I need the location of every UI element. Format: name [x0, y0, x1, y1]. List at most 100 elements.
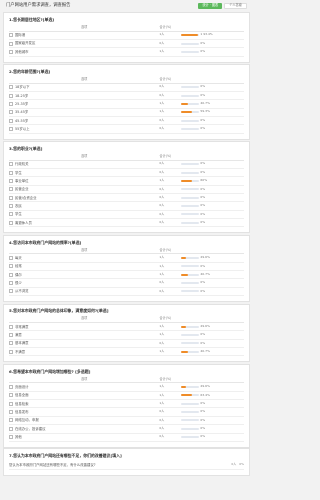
option-checkbox[interactable] — [9, 162, 13, 167]
option-checkbox[interactable] — [9, 178, 13, 183]
question-card-2: 2.您的年龄范围?[单选] 选项 合计(%) 18岁以下 0人 0% 18-25岁 0人 0% 2… — [3, 64, 250, 140]
option-label: 每天 — [15, 255, 22, 260]
percent-bar-fill — [180, 257, 187, 260]
option-checkbox[interactable] — [9, 418, 13, 423]
option-checkbox[interactable] — [9, 93, 13, 98]
option-count: 0人 — [159, 417, 165, 422]
option-checkbox[interactable] — [9, 85, 13, 90]
percent-bar — [180, 402, 199, 405]
table-row: 18岁以下 0人 0% — [9, 83, 244, 92]
percent-bar-fill — [180, 273, 189, 276]
option-checkbox[interactable] — [9, 203, 13, 208]
option-checkbox[interactable] — [9, 435, 13, 440]
option-checkbox[interactable] — [9, 187, 13, 192]
option-label: 国家级开发区 — [15, 41, 36, 46]
percent-bar — [180, 204, 199, 207]
option-checkbox[interactable] — [9, 33, 13, 38]
option-label: 离退休人员 — [15, 220, 32, 225]
option-checkbox[interactable] — [9, 410, 13, 415]
option-checkbox[interactable] — [9, 101, 13, 106]
option-count: 0人 — [159, 340, 165, 345]
table-row: 偶尔 1人 40.7% — [9, 270, 244, 280]
table-row: 国际港 1人 1 93.4% — [9, 31, 244, 40]
percent-bar — [180, 119, 199, 122]
option-label: 信息发布 — [15, 410, 29, 415]
option-checkbox[interactable] — [9, 220, 13, 225]
option-count: 1人 — [159, 384, 165, 389]
option-label: 非常满意 — [15, 324, 29, 329]
table-row: 信息全面 1人 63.4% — [9, 391, 244, 401]
option-label: 事业单位 — [15, 178, 29, 183]
percent-bar-fill — [180, 386, 187, 389]
percent-bar — [180, 427, 199, 430]
option-checkbox[interactable] — [9, 212, 13, 217]
question-card-1: 1.您长期居住地区?[单选] 选项 合计(%) 国际港 1人 1 93.4% 国家级开发区 0… — [3, 12, 250, 63]
option-label: 在线办公，投诉建议 — [15, 426, 46, 431]
stats-chart-button[interactable]: 统计 · 图表 — [198, 3, 223, 9]
option-checkbox[interactable] — [9, 349, 13, 354]
option-checkbox[interactable] — [9, 401, 13, 406]
table-row: 45-55岁 0人 0% — [9, 116, 244, 126]
option-percent: 29.6% — [200, 323, 210, 328]
option-checkbox[interactable] — [9, 393, 13, 398]
option-count: 0人 — [159, 194, 165, 199]
report-page: 门户网站用户需求调查，调查报告 统计 · 图表 个人答卷 1.您长期居住地区?[… — [0, 0, 253, 500]
table-row: 农民 0人 0% — [9, 201, 244, 211]
option-label: 满意 — [15, 333, 22, 338]
option-percent: 0% — [200, 340, 206, 345]
option-checkbox[interactable] — [9, 333, 13, 338]
option-percent: 0% — [200, 409, 206, 414]
percent-bar — [180, 111, 199, 114]
percent-bar — [180, 411, 199, 414]
table-row: 非常满意 1人 29.6% — [9, 322, 244, 332]
option-percent: 0% — [200, 186, 206, 191]
option-checkbox[interactable] — [9, 49, 13, 54]
option-checkbox[interactable] — [9, 272, 13, 277]
option-percent: 0% — [200, 280, 206, 285]
option-checkbox[interactable] — [9, 195, 13, 200]
option-count: 1人 — [159, 101, 165, 106]
option-checkbox[interactable] — [9, 341, 13, 346]
question-card-3: 3.您的职业?[单选] 选项 合计(%) 行政机关 0人 0% 学生 0人 0% 事业单位 1人 60… — [3, 141, 250, 234]
question-card-6: 6.您希望本市政府门户网站增加哪些? [多选题] 选项 合计(%) 页面设计 1人 29.… — [3, 363, 250, 448]
option-count: 1人 — [159, 271, 165, 276]
option-checkbox[interactable] — [9, 426, 13, 431]
option-label: 18岁以下 — [15, 85, 30, 90]
option-label: 学生 — [15, 170, 22, 175]
table-row: 离退休人员 0人 0% — [9, 218, 244, 228]
result-table: 选项 合计(%) 行政机关 0人 0% 学生 0人 0% 事业单位 1人 60% 民营企业 0人 0% 民营… — [9, 154, 244, 228]
table-row: 国家级开发区 0人 0% — [9, 39, 244, 49]
percent-bar-fill — [180, 325, 187, 328]
option-percent: 0% — [200, 288, 206, 293]
option-checkbox[interactable] — [9, 289, 13, 294]
percent-bar — [180, 436, 199, 439]
option-checkbox[interactable] — [9, 281, 13, 286]
option-percent: 60% — [200, 178, 208, 183]
result-table: 选项 合计(%) 每天 1人 29.6% 经常 1人 0% 偶尔 1人 40.7% 很少 0人 0% 从不浏… — [9, 248, 244, 297]
option-checkbox[interactable] — [9, 324, 13, 329]
table-row: 民营/合资企业 0人 0% — [9, 193, 244, 203]
option-count: 0人 — [159, 92, 165, 97]
option-percent: 59.3% — [200, 109, 210, 114]
question-title: 2.您的年龄范围?[单选] — [9, 68, 51, 74]
option-count: 1人 — [159, 109, 165, 114]
option-percent: 0% — [200, 219, 206, 224]
option-count: 0人 — [159, 126, 165, 131]
option-checkbox[interactable] — [9, 118, 13, 123]
option-checkbox[interactable] — [9, 126, 13, 131]
result-table: 选项 合计(%) 非常满意 1人 29.6% 满意 1人 0% 基本满意 0人 0% 不满意 1人 40.… — [9, 316, 244, 357]
option-count: 1人 — [159, 32, 165, 37]
percent-bar — [180, 325, 199, 328]
option-checkbox[interactable] — [9, 256, 13, 260]
option-checkbox[interactable] — [9, 385, 13, 390]
option-checkbox[interactable] — [9, 110, 13, 115]
option-count: 1人 — [159, 49, 165, 54]
option-checkbox[interactable] — [9, 170, 13, 175]
option-checkbox[interactable] — [9, 264, 13, 269]
percent-bar-fill — [180, 111, 192, 114]
percent-bar — [180, 127, 199, 130]
option-label: 从不浏览 — [15, 289, 29, 294]
option-checkbox[interactable] — [9, 41, 13, 46]
individual-answers-button[interactable]: 个人答卷 — [224, 3, 247, 9]
table-row: 民营企业 0人 0% — [9, 185, 244, 194]
